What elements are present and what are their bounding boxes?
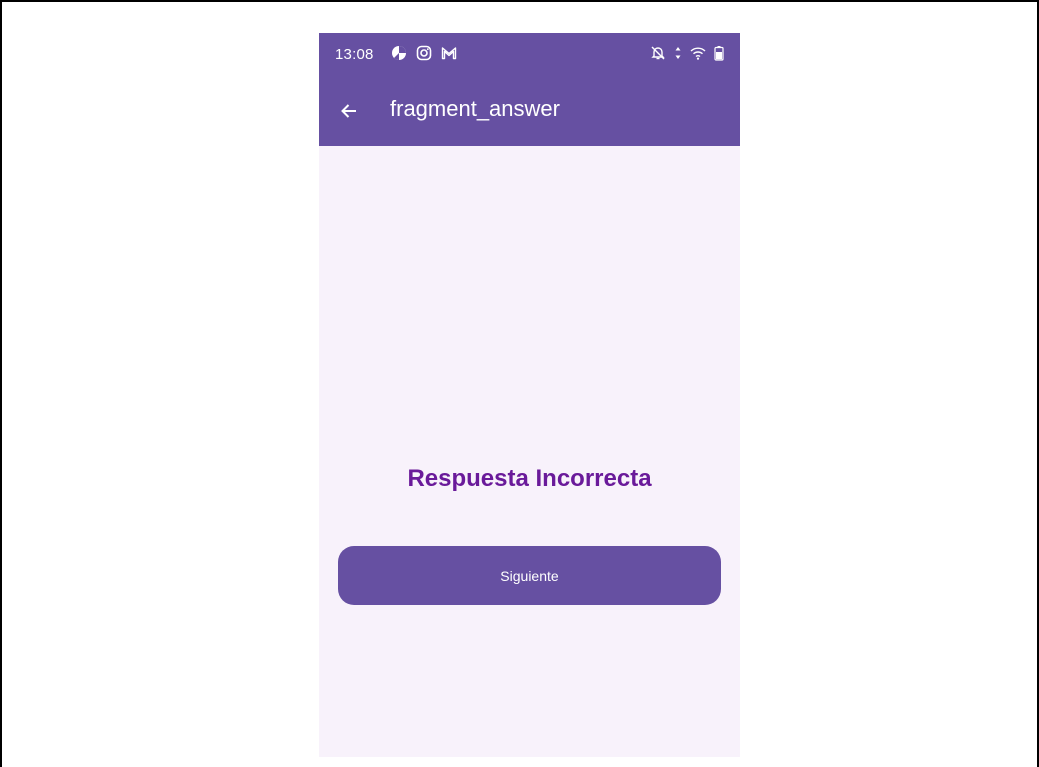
next-button[interactable]: Siguiente xyxy=(338,546,721,605)
battery-icon xyxy=(714,45,724,61)
toolbar: fragment_answer xyxy=(319,87,740,135)
result-message: Respuesta Incorrecta xyxy=(407,465,652,492)
page-title: fragment_answer xyxy=(390,96,560,121)
gmail-icon xyxy=(441,45,457,61)
status-time: 13:08 xyxy=(335,46,374,63)
status-system-icons xyxy=(650,45,724,61)
status-notification-icons xyxy=(391,45,457,61)
back-button[interactable] xyxy=(333,95,365,127)
next-button-label: Siguiente xyxy=(500,567,559,584)
arrow-left-icon xyxy=(339,101,359,121)
phone-screen: 13:08 fragment_answer Respuesta Incorrec… xyxy=(319,33,740,757)
app-bar: 13:08 fragment_answer xyxy=(319,33,740,146)
data-arrows-icon xyxy=(674,45,682,61)
screenshot-frame: 13:08 fragment_answer Respuesta Incorrec… xyxy=(0,0,1039,767)
wifi-icon xyxy=(690,45,706,61)
bell-off-icon xyxy=(650,45,666,61)
pie-chart-icon xyxy=(391,45,407,61)
instagram-icon xyxy=(416,45,432,61)
status-bar: 13:08 xyxy=(319,33,740,77)
